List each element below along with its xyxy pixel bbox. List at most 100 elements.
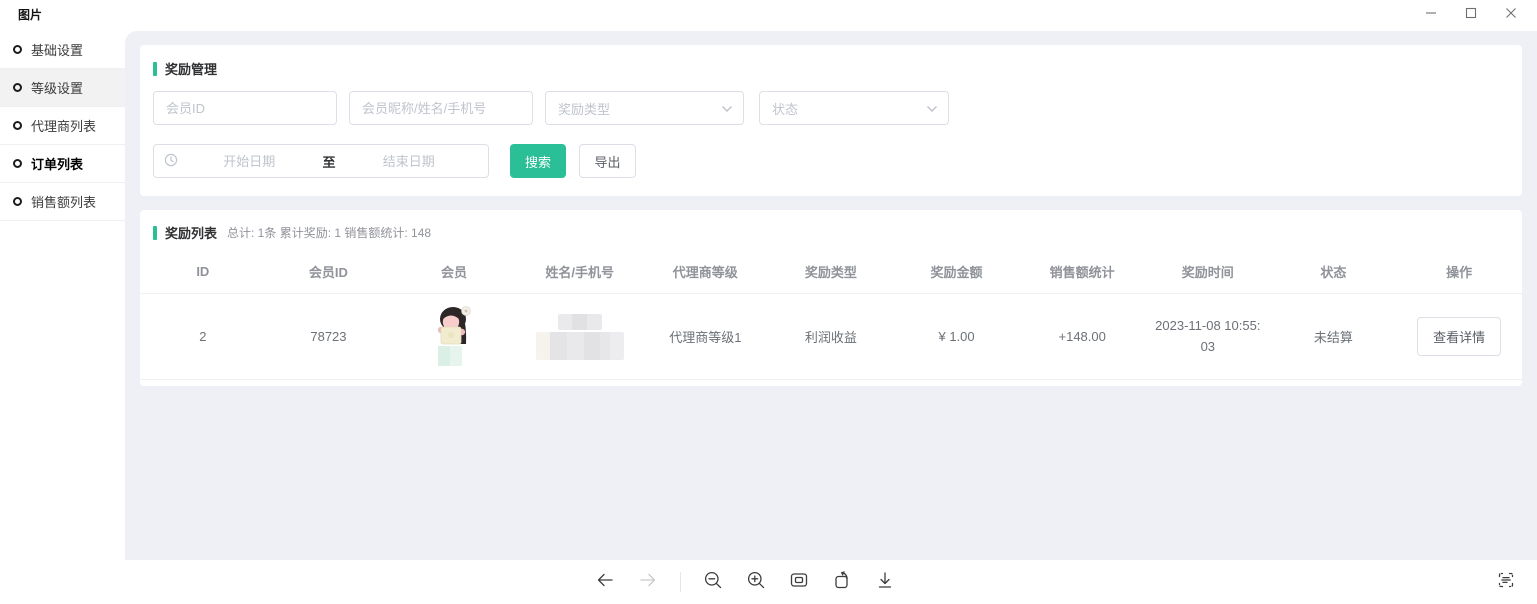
- card-header: 奖励管理: [153, 59, 1509, 78]
- cell-status: 未结算: [1271, 294, 1397, 380]
- close-icon: [1505, 6, 1517, 24]
- redacted-phone-block: [536, 332, 624, 360]
- filter-row-2: 至 搜索 导出: [153, 144, 1509, 178]
- circle-icon: [13, 45, 22, 54]
- minimize-button[interactable]: [1411, 0, 1451, 30]
- cell-name-phone-redacted: [517, 294, 643, 380]
- select-placeholder: 奖励类型: [558, 99, 610, 118]
- sidebar-item-agent-list[interactable]: 代理商列表: [0, 107, 125, 145]
- col-reward-amount: 奖励金额: [894, 250, 1020, 294]
- zoom-in-icon: [746, 570, 766, 595]
- chevron-down-icon: [926, 101, 938, 116]
- sidebar-item-label: 代理商列表: [31, 116, 96, 135]
- cell-reward-amount: ¥ 1.00: [894, 294, 1020, 380]
- col-sales-total: 销售额统计: [1019, 250, 1145, 294]
- cell-sales-total: +148.00: [1019, 294, 1145, 380]
- table-header-row: ID 会员ID 会员 姓名/手机号 代理商等级 奖励类型 奖励金额 销售额统计 …: [140, 250, 1522, 294]
- fit-to-window-button[interactable]: [788, 571, 810, 593]
- circle-icon: [13, 83, 22, 92]
- end-date-input[interactable]: [340, 154, 479, 169]
- col-member: 会员: [391, 250, 517, 294]
- col-reward-time: 奖励时间: [1145, 250, 1271, 294]
- sidebar-item-label: 等级设置: [31, 78, 83, 97]
- member-info-input[interactable]: [349, 91, 533, 125]
- rotate-icon: [832, 570, 852, 595]
- photos-viewer-window: { "window": { "title": "图片", "controls":…: [0, 0, 1537, 604]
- col-name-phone: 姓名/手机号: [517, 250, 643, 294]
- reward-list-card: 奖励列表 总计: 1条 累计奖励: 1 销售额统计: 148 ID 会员ID 会…: [140, 210, 1522, 386]
- save-download-icon: [875, 570, 895, 595]
- zoom-out-button[interactable]: [702, 571, 724, 593]
- fit-to-window-icon: [789, 570, 809, 595]
- rotate-button[interactable]: [831, 571, 853, 593]
- filter-row-1: 奖励类型 状态: [153, 91, 1509, 125]
- date-range-picker[interactable]: 至: [153, 144, 489, 178]
- chevron-down-icon: [721, 101, 733, 116]
- cell-action: 查看详情: [1396, 294, 1522, 380]
- back-button[interactable]: [594, 571, 616, 593]
- sidebar-item-label: 基础设置: [31, 40, 83, 59]
- back-arrow-icon: [595, 570, 615, 595]
- close-button[interactable]: [1491, 0, 1531, 30]
- text-actions-button[interactable]: [1495, 571, 1517, 593]
- clock-icon: [164, 153, 178, 170]
- select-placeholder: 状态: [772, 99, 798, 118]
- col-agent-level: 代理商等级: [643, 250, 769, 294]
- date-separator-label: 至: [319, 152, 340, 171]
- start-date-input[interactable]: [180, 154, 319, 169]
- window-controls: [1411, 0, 1531, 30]
- member-id-input[interactable]: [153, 91, 337, 125]
- circle-icon: [13, 197, 22, 206]
- col-action: 操作: [1396, 250, 1522, 294]
- cell-member-avatar: [391, 294, 517, 380]
- card-header: 奖励列表 总计: 1条 累计奖励: 1 销售额统计: 148: [140, 223, 1522, 242]
- view-detail-button[interactable]: 查看详情: [1417, 317, 1501, 356]
- card-title: 奖励列表: [165, 223, 217, 242]
- sidebar: 基础设置 等级设置 代理商列表 订单列表 销售额列表: [0, 31, 125, 560]
- accent-bar: [153, 226, 157, 240]
- search-button[interactable]: 搜索: [510, 144, 566, 178]
- reward-type-select[interactable]: 奖励类型: [545, 91, 744, 125]
- minimize-icon: [1425, 6, 1437, 24]
- maximize-button[interactable]: [1451, 0, 1491, 30]
- titlebar: 图片: [0, 0, 1537, 31]
- accent-bar: [153, 62, 157, 76]
- zoom-out-icon: [703, 570, 723, 595]
- col-status: 状态: [1271, 250, 1397, 294]
- window-title: 图片: [18, 6, 42, 23]
- cell-agent-level: 代理商等级1: [643, 294, 769, 380]
- sidebar-item-level-settings[interactable]: 等级设置: [0, 69, 125, 107]
- forward-arrow-icon: [638, 570, 658, 595]
- circle-icon: [13, 159, 22, 168]
- zoom-in-button[interactable]: [745, 571, 767, 593]
- forward-button[interactable]: [637, 571, 659, 593]
- viewer-toolbar: [0, 560, 1537, 604]
- table-row: 2 78723: [140, 294, 1522, 380]
- text-actions-icon: [1496, 570, 1516, 595]
- main-content: 奖励管理 奖励类型 状态 至: [125, 31, 1537, 560]
- circle-icon: [13, 121, 22, 130]
- reward-table: ID 会员ID 会员 姓名/手机号 代理商等级 奖励类型 奖励金额 销售额统计 …: [140, 250, 1522, 380]
- sidebar-item-sales-list[interactable]: 销售额列表: [0, 183, 125, 221]
- status-select[interactable]: 状态: [759, 91, 949, 125]
- toolbar-divider: [680, 572, 681, 592]
- card-title: 奖励管理: [165, 59, 217, 78]
- col-reward-type: 奖励类型: [768, 250, 894, 294]
- cell-reward-time: 2023-11-08 10:55:03: [1145, 294, 1271, 380]
- redacted-name-block: [558, 314, 602, 330]
- toolbar-icon-group: [594, 571, 896, 593]
- save-button[interactable]: [874, 571, 896, 593]
- list-summary: 总计: 1条 累计奖励: 1 销售额统计: 148: [227, 224, 431, 241]
- cell-reward-type: 利润收益: [768, 294, 894, 380]
- sidebar-item-label: 销售额列表: [31, 192, 96, 211]
- avatar: [432, 304, 476, 366]
- cell-id: 2: [140, 294, 266, 380]
- col-id: ID: [140, 250, 266, 294]
- sidebar-item-order-list[interactable]: 订单列表: [0, 145, 125, 183]
- cell-member-id: 78723: [266, 294, 392, 380]
- reward-management-card: 奖励管理 奖励类型 状态 至: [140, 45, 1522, 196]
- sidebar-item-label: 订单列表: [31, 154, 83, 173]
- maximize-icon: [1465, 6, 1477, 24]
- export-button[interactable]: 导出: [579, 144, 636, 178]
- sidebar-item-basic-settings[interactable]: 基础设置: [0, 31, 125, 69]
